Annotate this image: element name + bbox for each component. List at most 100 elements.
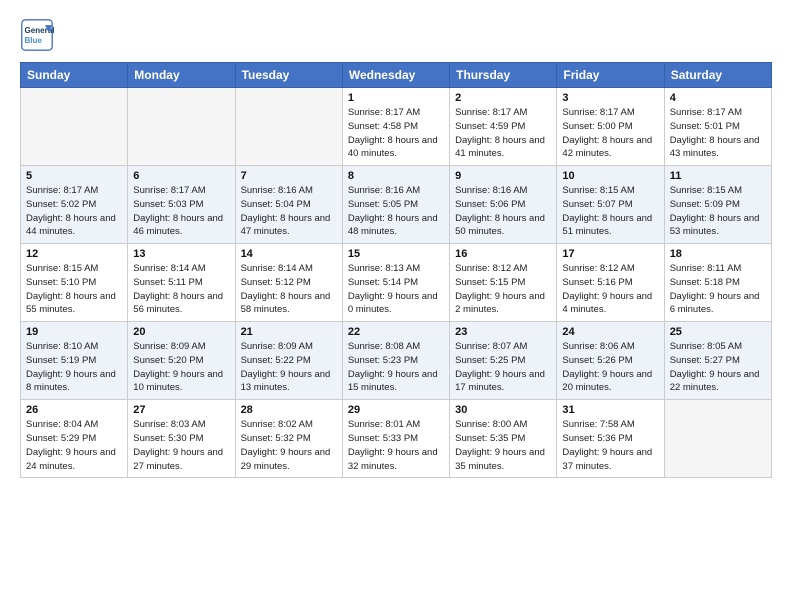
calendar-week-row: 1 Sunrise: 8:17 AMSunset: 4:58 PMDaylight… xyxy=(21,88,772,166)
day-number: 28 xyxy=(241,404,337,416)
day-detail: Sunrise: 8:17 AMSunset: 5:03 PMDaylight:… xyxy=(133,184,229,239)
calendar-cell: 1 Sunrise: 8:17 AMSunset: 4:58 PMDaylight… xyxy=(342,88,449,166)
logo: General Blue xyxy=(20,18,54,52)
day-number: 29 xyxy=(348,404,444,416)
day-detail: Sunrise: 8:17 AMSunset: 5:01 PMDaylight:… xyxy=(670,106,766,161)
day-number: 9 xyxy=(455,170,551,182)
calendar-cell: 11 Sunrise: 8:15 AMSunset: 5:09 PMDayligh… xyxy=(664,166,771,244)
calendar-week-row: 26Sunrise: 8:04 AMSunset: 5:29 PMDayligh… xyxy=(21,400,772,478)
day-number: 4 xyxy=(670,92,766,104)
weekday-header-friday: Friday xyxy=(557,63,664,88)
day-detail: Sunrise: 8:16 AMSunset: 5:05 PMDaylight:… xyxy=(348,184,444,239)
weekday-header-monday: Monday xyxy=(128,63,235,88)
calendar-cell: 16 Sunrise: 8:12 AMSunset: 5:15 PMDayligh… xyxy=(450,244,557,322)
calendar-cell: 3 Sunrise: 8:17 AMSunset: 5:00 PMDaylight… xyxy=(557,88,664,166)
calendar-cell: 14 Sunrise: 8:14 AMSunset: 5:12 PMDayligh… xyxy=(235,244,342,322)
calendar-cell: 2 Sunrise: 8:17 AMSunset: 4:59 PMDaylight… xyxy=(450,88,557,166)
calendar-week-row: 12Sunrise: 8:15 AMSunset: 5:10 PMDayligh… xyxy=(21,244,772,322)
weekday-header-wednesday: Wednesday xyxy=(342,63,449,88)
day-number: 7 xyxy=(241,170,337,182)
day-number: 22 xyxy=(348,326,444,338)
calendar-cell xyxy=(664,400,771,478)
day-detail: Sunrise: 8:17 AMSunset: 4:58 PMDaylight:… xyxy=(348,106,444,161)
day-detail: Sunrise: 8:05 AMSunset: 5:27 PMDaylight:… xyxy=(670,340,766,395)
day-detail: Sunrise: 8:13 AMSunset: 5:14 PMDaylight:… xyxy=(348,262,444,317)
calendar-cell: 29 Sunrise: 8:01 AMSunset: 5:33 PMDayligh… xyxy=(342,400,449,478)
calendar: SundayMondayTuesdayWednesdayThursdayFrid… xyxy=(20,62,772,478)
calendar-cell xyxy=(128,88,235,166)
calendar-cell: 4 Sunrise: 8:17 AMSunset: 5:01 PMDaylight… xyxy=(664,88,771,166)
day-number: 20 xyxy=(133,326,229,338)
day-detail: Sunrise: 8:15 AMSunset: 5:10 PMDaylight:… xyxy=(26,262,122,317)
day-number: 17 xyxy=(562,248,658,260)
day-number: 13 xyxy=(133,248,229,260)
day-number: 2 xyxy=(455,92,551,104)
day-number: 23 xyxy=(455,326,551,338)
calendar-cell: 5Sunrise: 8:17 AMSunset: 5:02 PMDaylight… xyxy=(21,166,128,244)
day-number: 16 xyxy=(455,248,551,260)
svg-text:Blue: Blue xyxy=(24,36,42,45)
calendar-cell: 7Sunrise: 8:16 AMSunset: 5:04 PMDaylight… xyxy=(235,166,342,244)
day-number: 6 xyxy=(133,170,229,182)
day-detail: Sunrise: 8:02 AMSunset: 5:32 PMDaylight:… xyxy=(241,418,337,473)
calendar-cell: 19 Sunrise: 8:10 AMSunset: 5:19 PMDayligh… xyxy=(21,322,128,400)
weekday-header-thursday: Thursday xyxy=(450,63,557,88)
calendar-week-row: 19 Sunrise: 8:10 AMSunset: 5:19 PMDayligh… xyxy=(21,322,772,400)
calendar-cell xyxy=(235,88,342,166)
weekday-header-row: SundayMondayTuesdayWednesdayThursdayFrid… xyxy=(21,63,772,88)
day-detail: Sunrise: 8:16 AMSunset: 5:06 PMDaylight:… xyxy=(455,184,551,239)
day-detail: Sunrise: 8:10 AMSunset: 5:19 PMDaylight:… xyxy=(26,340,122,395)
calendar-cell: 6 Sunrise: 8:17 AMSunset: 5:03 PMDaylight… xyxy=(128,166,235,244)
logo-icon: General Blue xyxy=(20,18,54,52)
day-detail: Sunrise: 8:07 AMSunset: 5:25 PMDaylight:… xyxy=(455,340,551,395)
day-number: 5 xyxy=(26,170,122,182)
day-number: 11 xyxy=(670,170,766,182)
calendar-cell: 12Sunrise: 8:15 AMSunset: 5:10 PMDayligh… xyxy=(21,244,128,322)
calendar-cell: 17Sunrise: 8:12 AMSunset: 5:16 PMDayligh… xyxy=(557,244,664,322)
calendar-cell: 8 Sunrise: 8:16 AMSunset: 5:05 PMDaylight… xyxy=(342,166,449,244)
calendar-cell xyxy=(21,88,128,166)
day-detail: Sunrise: 8:00 AMSunset: 5:35 PMDaylight:… xyxy=(455,418,551,473)
day-number: 27 xyxy=(133,404,229,416)
day-number: 1 xyxy=(348,92,444,104)
day-detail: Sunrise: 8:15 AMSunset: 5:09 PMDaylight:… xyxy=(670,184,766,239)
calendar-cell: 21Sunrise: 8:09 AMSunset: 5:22 PMDayligh… xyxy=(235,322,342,400)
calendar-cell: 24 Sunrise: 8:06 AMSunset: 5:26 PMDayligh… xyxy=(557,322,664,400)
day-detail: Sunrise: 8:14 AMSunset: 5:12 PMDaylight:… xyxy=(241,262,337,317)
day-detail: Sunrise: 8:03 AMSunset: 5:30 PMDaylight:… xyxy=(133,418,229,473)
day-number: 30 xyxy=(455,404,551,416)
calendar-cell: 22Sunrise: 8:08 AMSunset: 5:23 PMDayligh… xyxy=(342,322,449,400)
calendar-cell: 30 Sunrise: 8:00 AMSunset: 5:35 PMDayligh… xyxy=(450,400,557,478)
calendar-cell: 20 Sunrise: 8:09 AMSunset: 5:20 PMDayligh… xyxy=(128,322,235,400)
calendar-cell: 28 Sunrise: 8:02 AMSunset: 5:32 PMDayligh… xyxy=(235,400,342,478)
day-detail: Sunrise: 8:09 AMSunset: 5:20 PMDaylight:… xyxy=(133,340,229,395)
day-number: 18 xyxy=(670,248,766,260)
day-detail: Sunrise: 8:06 AMSunset: 5:26 PMDaylight:… xyxy=(562,340,658,395)
day-detail: Sunrise: 7:58 AMSunset: 5:36 PMDaylight:… xyxy=(562,418,658,473)
day-number: 3 xyxy=(562,92,658,104)
day-number: 19 xyxy=(26,326,122,338)
day-number: 14 xyxy=(241,248,337,260)
calendar-cell: 18Sunrise: 8:11 AMSunset: 5:18 PMDayligh… xyxy=(664,244,771,322)
weekday-header-tuesday: Tuesday xyxy=(235,63,342,88)
day-number: 8 xyxy=(348,170,444,182)
calendar-cell: 31 Sunrise: 7:58 AMSunset: 5:36 PMDayligh… xyxy=(557,400,664,478)
weekday-header-saturday: Saturday xyxy=(664,63,771,88)
calendar-cell: 15 Sunrise: 8:13 AMSunset: 5:14 PMDayligh… xyxy=(342,244,449,322)
day-number: 15 xyxy=(348,248,444,260)
day-detail: Sunrise: 8:01 AMSunset: 5:33 PMDaylight:… xyxy=(348,418,444,473)
day-detail: Sunrise: 8:04 AMSunset: 5:29 PMDaylight:… xyxy=(26,418,122,473)
header: General Blue xyxy=(20,18,772,52)
weekday-header-sunday: Sunday xyxy=(21,63,128,88)
calendar-cell: 26Sunrise: 8:04 AMSunset: 5:29 PMDayligh… xyxy=(21,400,128,478)
page: General Blue SundayMondayTuesdayWednesda… xyxy=(0,0,792,612)
day-number: 31 xyxy=(562,404,658,416)
day-detail: Sunrise: 8:12 AMSunset: 5:15 PMDaylight:… xyxy=(455,262,551,317)
calendar-cell: 9 Sunrise: 8:16 AMSunset: 5:06 PMDaylight… xyxy=(450,166,557,244)
day-detail: Sunrise: 8:14 AMSunset: 5:11 PMDaylight:… xyxy=(133,262,229,317)
day-detail: Sunrise: 8:17 AMSunset: 4:59 PMDaylight:… xyxy=(455,106,551,161)
calendar-cell: 23 Sunrise: 8:07 AMSunset: 5:25 PMDayligh… xyxy=(450,322,557,400)
day-detail: Sunrise: 8:17 AMSunset: 5:00 PMDaylight:… xyxy=(562,106,658,161)
day-number: 24 xyxy=(562,326,658,338)
calendar-cell: 27 Sunrise: 8:03 AMSunset: 5:30 PMDayligh… xyxy=(128,400,235,478)
